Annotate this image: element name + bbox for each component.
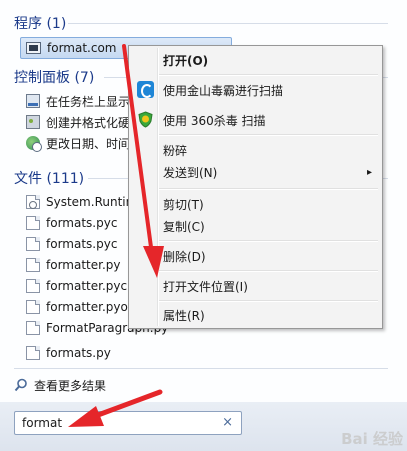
- annotation-arrows: [68, 44, 164, 427]
- annotation-arrow-to-search: [68, 389, 163, 427]
- watermark-logo: Bai 经验: [341, 430, 403, 448]
- annotation-arrow-to-open-location: [122, 44, 164, 278]
